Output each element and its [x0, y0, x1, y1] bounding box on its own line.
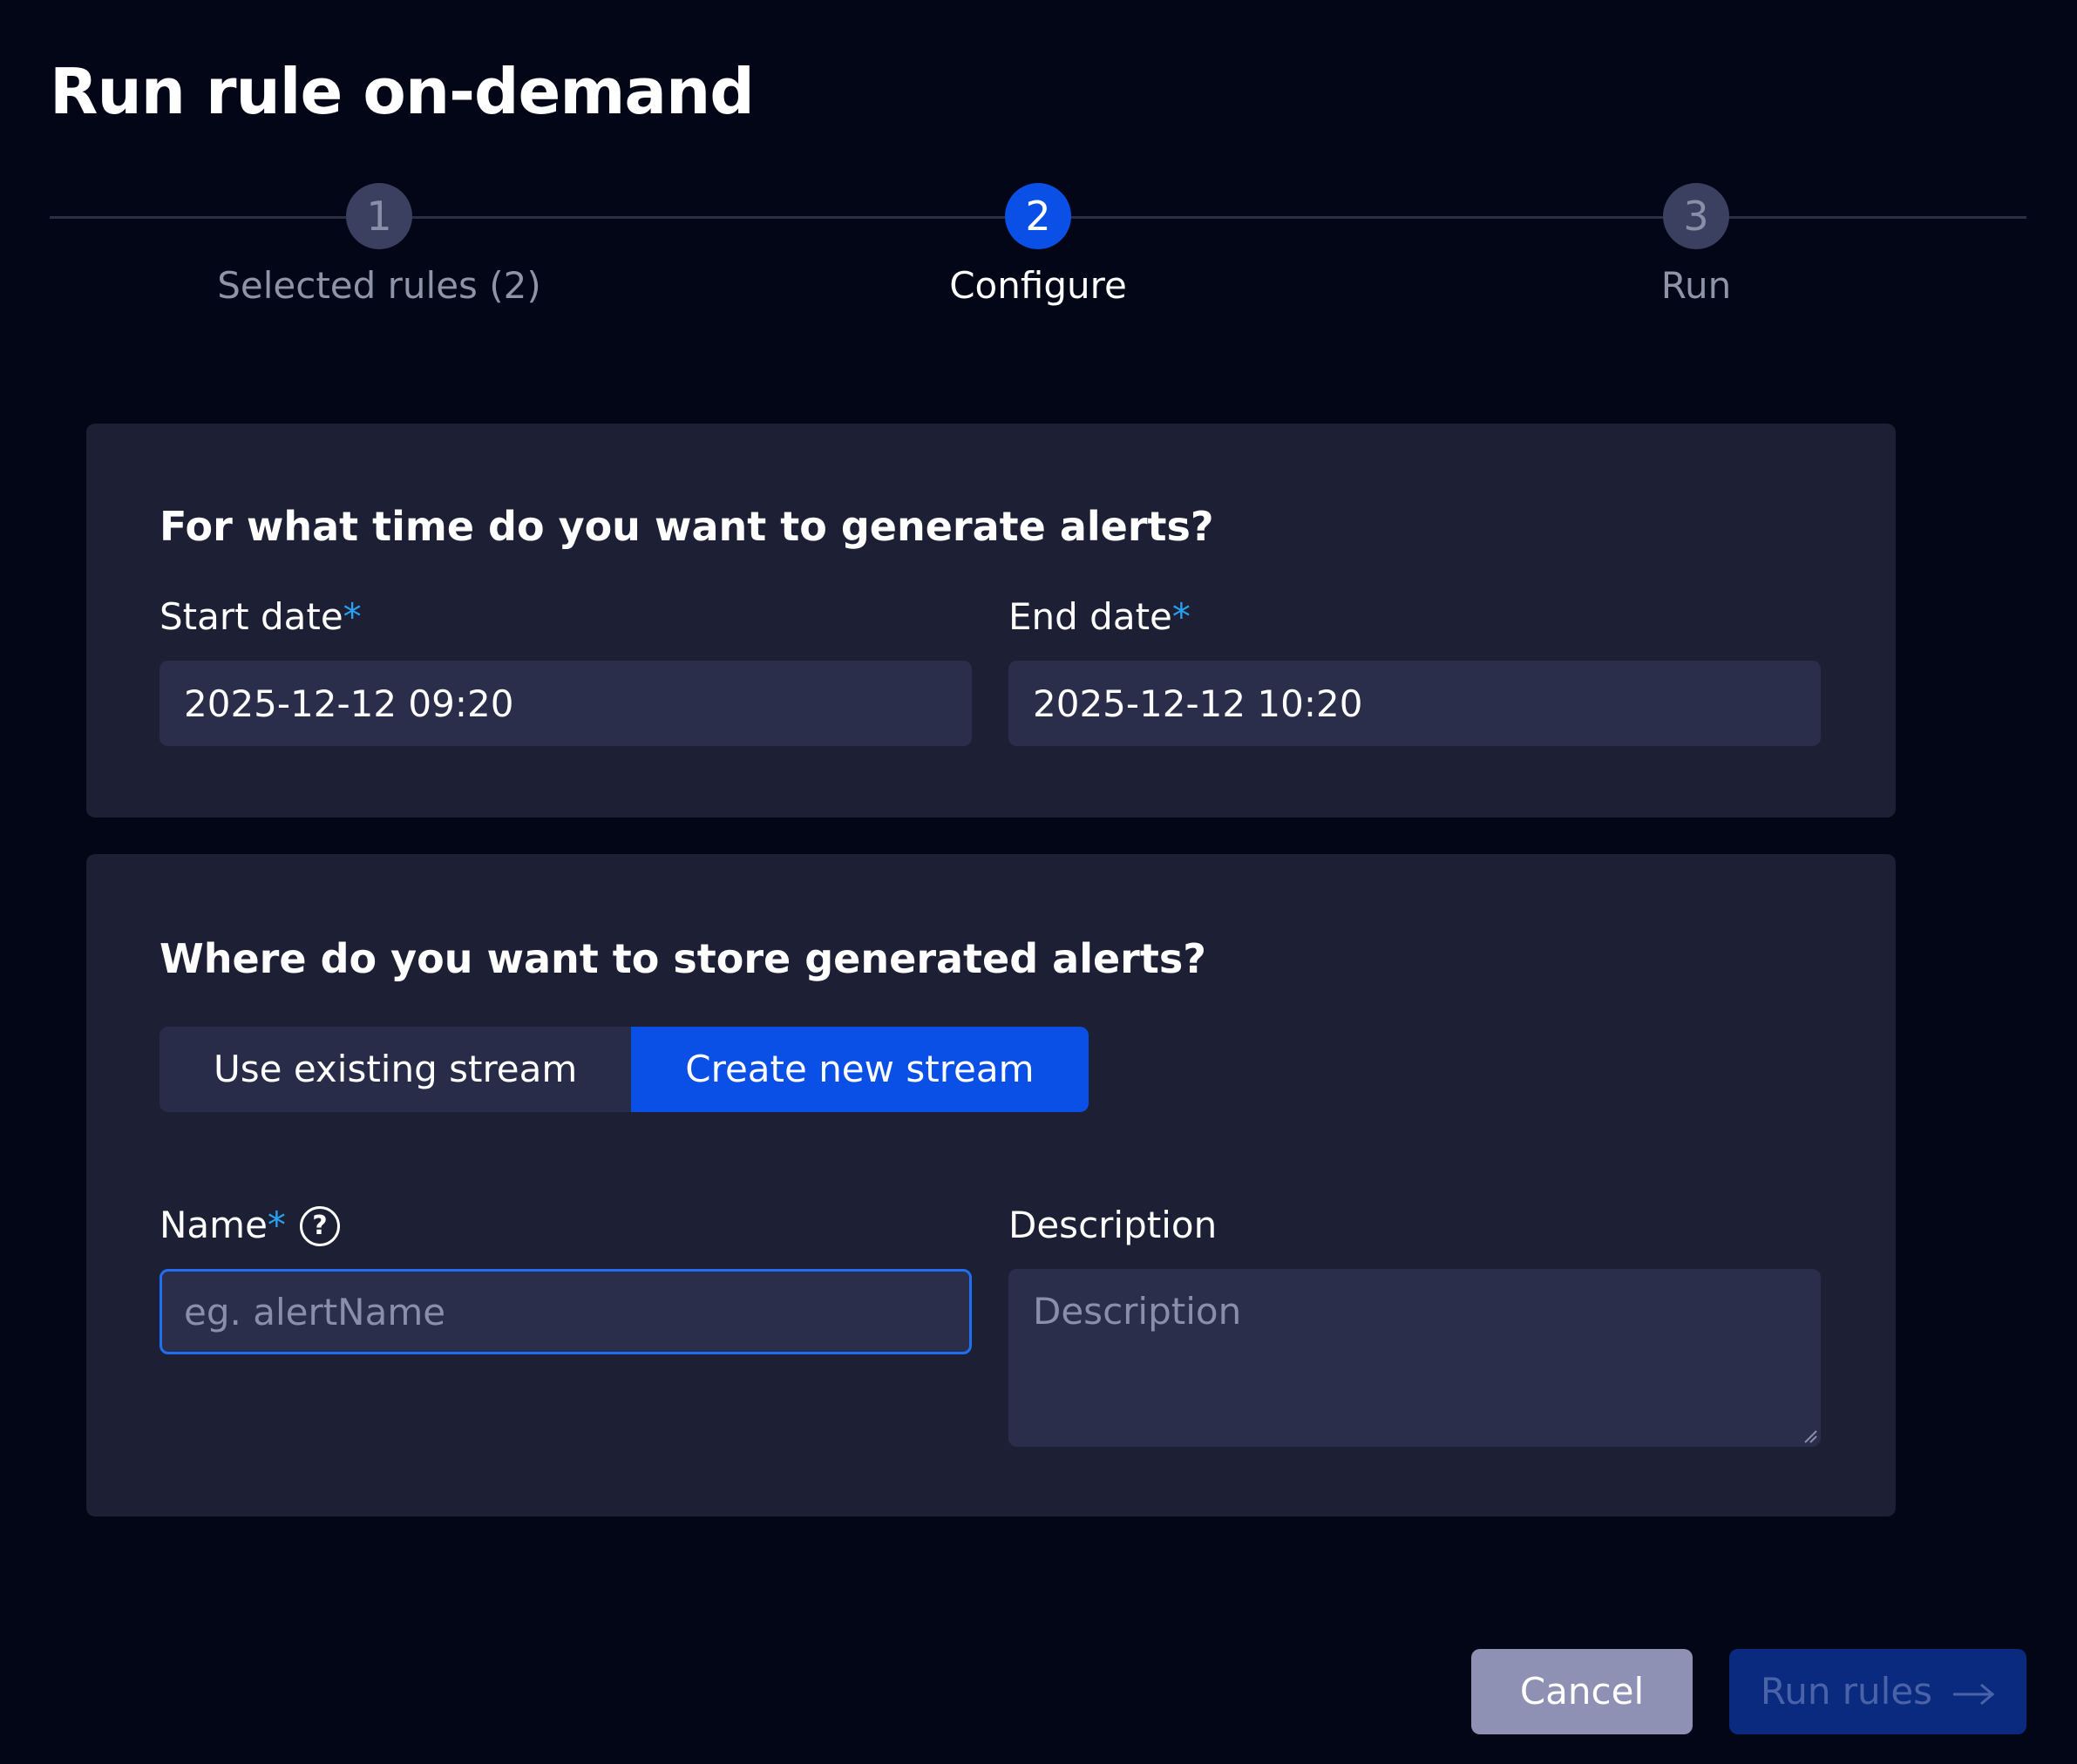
help-circle-icon[interactable]: ?	[300, 1206, 340, 1246]
step-configure[interactable]: 2 Configure	[820, 183, 1256, 310]
step-selected-rules[interactable]: 1 Selected rules (2)	[161, 183, 597, 310]
step-label: Selected rules (2)	[217, 264, 541, 307]
step-run[interactable]: 3 Run	[1478, 183, 1914, 310]
run-rules-label: Run rules	[1760, 1670, 1933, 1713]
time-range-card: For what time do you want to generate al…	[86, 424, 1896, 818]
store-section-heading: Where do you want to store generated ale…	[160, 935, 1206, 982]
stream-mode-toggle: Use existing stream Create new stream	[160, 1027, 1089, 1112]
name-label: Name*	[160, 1204, 286, 1246]
stream-description-textarea[interactable]	[1008, 1269, 1821, 1447]
required-marker: *	[1171, 595, 1191, 638]
alert-storage-card: Where do you want to store generated ale…	[86, 854, 1896, 1516]
step-number-circle: 1	[346, 183, 412, 249]
run-rules-button[interactable]: Run rules	[1729, 1649, 2026, 1734]
time-section-heading: For what time do you want to generate al…	[160, 503, 1214, 550]
step-label: Configure	[949, 264, 1127, 307]
stream-name-input[interactable]	[160, 1269, 972, 1354]
start-date-input[interactable]	[160, 661, 972, 746]
dialog-title: Run rule on-demand	[50, 55, 755, 128]
start-date-label: Start date*	[160, 595, 362, 638]
description-label: Description	[1008, 1204, 1218, 1246]
use-existing-stream-button[interactable]: Use existing stream	[160, 1027, 632, 1112]
stepper: 1 Selected rules (2) 2 Configure 3 Run	[50, 183, 2026, 322]
required-marker: *	[267, 1204, 286, 1246]
create-new-stream-button[interactable]: Create new stream	[631, 1027, 1089, 1112]
step-number-circle: 2	[1005, 183, 1071, 249]
end-date-label: End date*	[1008, 595, 1191, 638]
step-number-circle: 3	[1663, 183, 1729, 249]
resize-grip-icon[interactable]	[1802, 1428, 1817, 1443]
end-date-input[interactable]	[1008, 661, 1821, 746]
cancel-button[interactable]: Cancel	[1471, 1649, 1693, 1734]
required-marker: *	[343, 595, 362, 638]
arrow-right-icon	[1953, 1683, 1995, 1705]
step-label: Run	[1660, 264, 1732, 307]
